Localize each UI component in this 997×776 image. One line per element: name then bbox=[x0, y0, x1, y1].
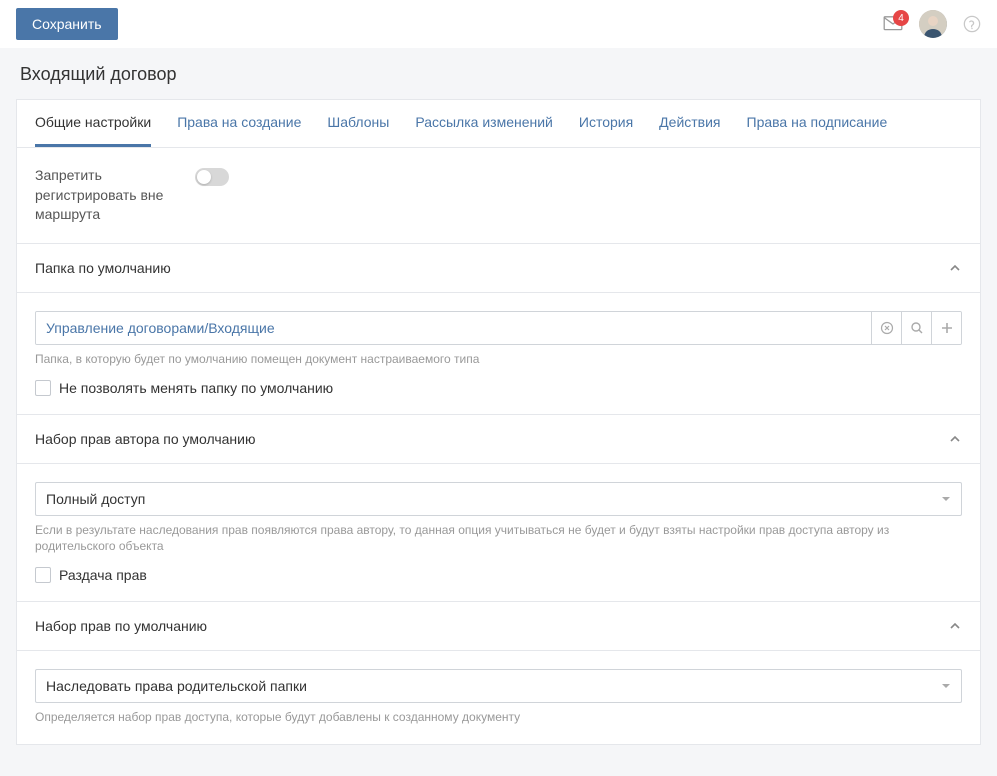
tab-changes[interactable]: Рассылка изменений bbox=[415, 100, 553, 147]
default-rights-title: Набор прав по умолчанию bbox=[35, 618, 207, 634]
settings-card: Общие настройки Права на создание Шаблон… bbox=[16, 99, 981, 745]
default-rights-header[interactable]: Набор прав по умолчанию bbox=[17, 602, 980, 651]
forbid-register-toggle[interactable] bbox=[195, 168, 229, 186]
author-rights-select[interactable]: Полный доступ bbox=[35, 482, 962, 516]
author-rights-value: Полный доступ bbox=[36, 483, 961, 515]
avatar[interactable] bbox=[919, 10, 947, 38]
author-rights-header[interactable]: Набор прав автора по умолчанию bbox=[17, 415, 980, 464]
default-rights-hint: Определяется набор прав доступа, которые… bbox=[35, 709, 962, 726]
author-rights-title: Набор прав автора по умолчанию bbox=[35, 431, 255, 447]
tab-signing-rights[interactable]: Права на подписание bbox=[747, 100, 888, 147]
default-rights-value: Наследовать права родительской папки bbox=[36, 670, 961, 702]
grant-rights-checkbox[interactable] bbox=[35, 567, 51, 583]
search-icon bbox=[910, 321, 924, 335]
grant-rights-label: Раздача прав bbox=[59, 567, 147, 583]
notifications-button[interactable]: 4 bbox=[883, 16, 903, 32]
chevron-up-icon bbox=[948, 432, 962, 446]
tab-create-rights[interactable]: Права на создание bbox=[177, 100, 301, 147]
default-folder-header[interactable]: Папка по умолчанию bbox=[17, 244, 980, 293]
toggle-knob bbox=[197, 170, 211, 184]
lock-folder-label: Не позволять менять папку по умолчанию bbox=[59, 380, 333, 396]
caret-down-icon bbox=[941, 681, 951, 691]
tab-templates[interactable]: Шаблоны bbox=[327, 100, 389, 147]
clear-icon bbox=[880, 321, 894, 335]
tabs: Общие настройки Права на создание Шаблон… bbox=[17, 100, 980, 148]
page-title: Входящий договор bbox=[16, 64, 981, 85]
author-rights-body: Полный доступ Если в результате наследов… bbox=[17, 464, 980, 603]
default-folder-input[interactable] bbox=[36, 312, 871, 344]
notification-badge: 4 bbox=[893, 10, 909, 26]
save-button[interactable]: Сохранить bbox=[16, 8, 118, 40]
forbid-register-label: Запретить регистрировать вне маршрута bbox=[35, 166, 195, 225]
search-button[interactable] bbox=[901, 312, 931, 344]
forbid-register-section: Запретить регистрировать вне маршрута bbox=[17, 148, 980, 244]
tab-actions[interactable]: Действия bbox=[659, 100, 720, 147]
caret-down-icon bbox=[941, 494, 951, 504]
clear-button[interactable] bbox=[871, 312, 901, 344]
plus-icon bbox=[940, 321, 954, 335]
add-button[interactable] bbox=[931, 312, 961, 344]
author-rights-hint: Если в результате наследования прав появ… bbox=[35, 522, 962, 556]
default-rights-select[interactable]: Наследовать права родительской папки bbox=[35, 669, 962, 703]
topbar: Сохранить 4 bbox=[0, 0, 997, 48]
default-folder-input-group bbox=[35, 311, 962, 345]
chevron-up-icon bbox=[948, 261, 962, 275]
chevron-up-icon bbox=[948, 619, 962, 633]
default-folder-title: Папка по умолчанию bbox=[35, 260, 171, 276]
tab-history[interactable]: История bbox=[579, 100, 633, 147]
default-rights-body: Наследовать права родительской папки Опр… bbox=[17, 651, 980, 744]
default-folder-body: Папка, в которую будет по умолчанию поме… bbox=[17, 293, 980, 415]
default-folder-hint: Папка, в которую будет по умолчанию поме… bbox=[35, 351, 962, 368]
tab-general[interactable]: Общие настройки bbox=[35, 100, 151, 147]
help-icon[interactable] bbox=[963, 15, 981, 33]
avatar-icon bbox=[919, 10, 947, 38]
lock-folder-checkbox[interactable] bbox=[35, 380, 51, 396]
